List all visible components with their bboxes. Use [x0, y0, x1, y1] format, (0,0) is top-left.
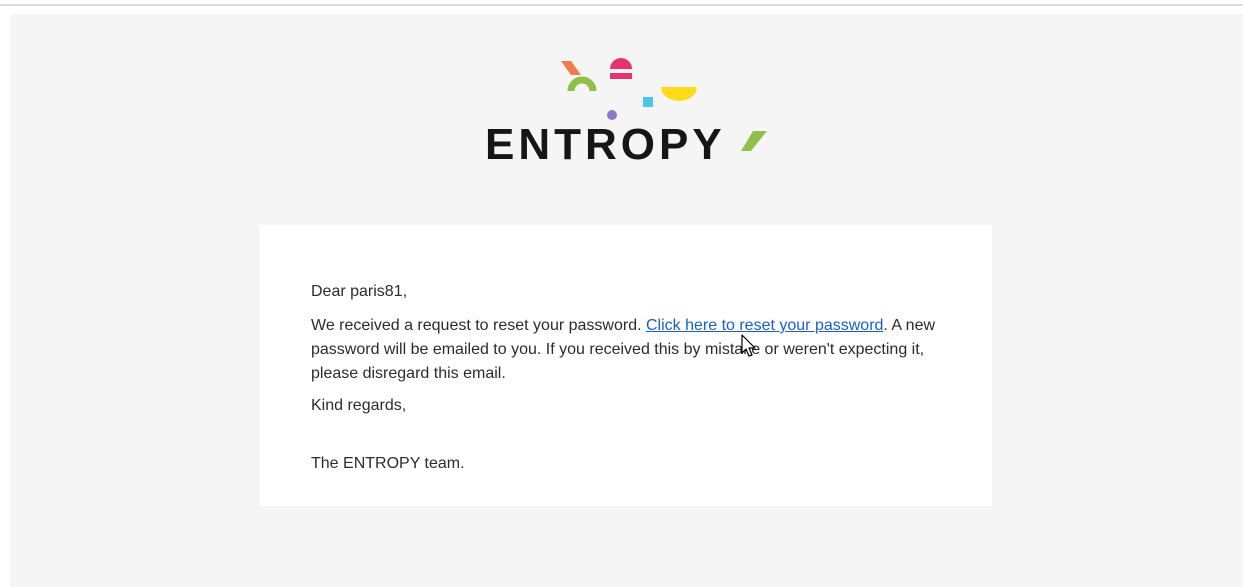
email-body: We received a request to reset your pass… — [311, 314, 951, 386]
email-card: Dear paris81, We received a request to r… — [259, 225, 992, 506]
brand-wordmark: ENTROPY — [485, 120, 726, 169]
signature: The ENTROPY team. — [311, 455, 465, 472]
greeting: Dear paris81, — [311, 283, 408, 300]
closing: Kind regards, — [311, 397, 407, 414]
top-divider — [0, 4, 1243, 6]
logo-shapes-icon — [561, 58, 697, 120]
body-text-before-link: We received a request to reset your pass… — [311, 317, 646, 334]
entropy-logo: ENTROPY — [483, 55, 773, 175]
mouse-pointer-icon — [741, 334, 756, 357]
reset-password-link[interactable]: Click here to reset your password — [646, 317, 883, 334]
